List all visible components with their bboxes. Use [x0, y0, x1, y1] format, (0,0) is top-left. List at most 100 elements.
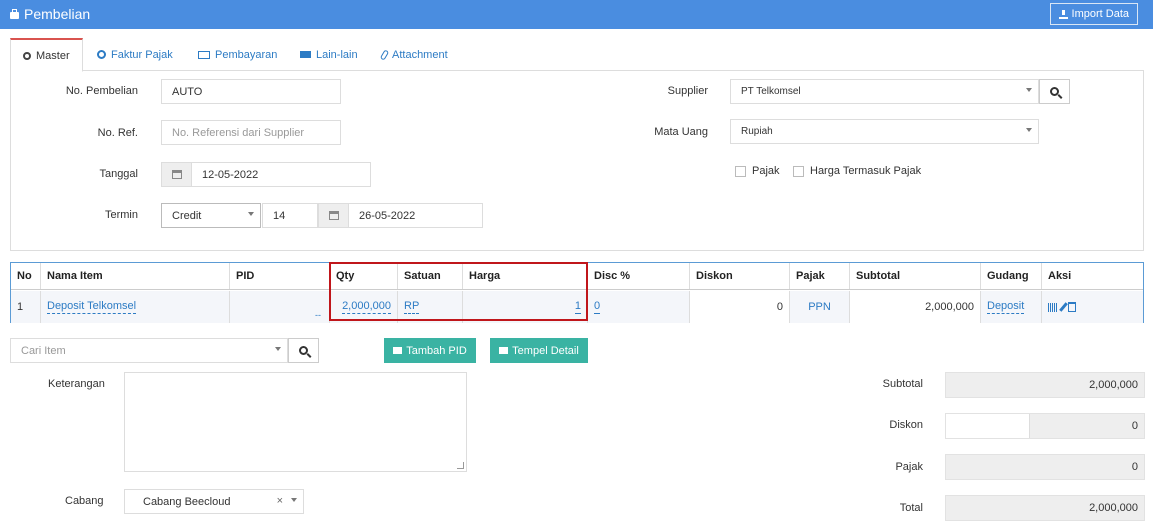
download-icon [1058, 9, 1068, 19]
import-data-label: Import Data [1071, 8, 1129, 20]
no-ref-input[interactable]: No. Referensi dari Supplier [161, 120, 341, 145]
truck-icon [300, 51, 311, 58]
col-gudang: Gudang [981, 263, 1042, 289]
keterangan-textarea[interactable] [124, 372, 467, 472]
harga-termasuk-pajak-label: Harga Termasuk Pajak [810, 165, 922, 177]
tab-bar: Master Faktur Pajak Pembayaran Lain-lain… [10, 38, 1144, 72]
summary-total-value: 2,000,000 [945, 495, 1145, 521]
tempel-detail-button[interactable]: Tempel Detail [490, 338, 588, 363]
termin-type-value: Credit [172, 209, 202, 222]
row-diskon[interactable]: 0 [690, 291, 790, 323]
pencil-icon[interactable] [1059, 302, 1068, 312]
supplier-label: Supplier [667, 85, 708, 97]
tambah-pid-label: Tambah PID [406, 344, 467, 357]
tanggal-calendar-button[interactable] [161, 162, 192, 187]
summary-diskon-amount: 0 [1131, 420, 1138, 432]
search-icon [1050, 87, 1059, 96]
summary-diskon-input[interactable] [946, 414, 1030, 438]
cabang-select[interactable]: Cabang Beecloud × [124, 489, 304, 514]
cari-item-input[interactable]: Cari Item [10, 338, 288, 363]
termin-date-input[interactable]: 26-05-2022 [348, 203, 483, 228]
cabang-label: Cabang [65, 495, 104, 507]
tab-master-label: Master [36, 49, 70, 62]
col-aksi: Aksi [1048, 270, 1072, 282]
row-nama-item-cell: Deposit Telkomsel [41, 291, 230, 323]
title-bar: Pembelian Import Data [0, 0, 1153, 29]
paperclip-icon [379, 48, 390, 61]
paste-icon [499, 347, 509, 354]
calendar-icon [171, 170, 182, 179]
row-disc-pct[interactable]: 0 [594, 300, 601, 314]
row-harga[interactable]: 1 [574, 300, 581, 314]
termin-calendar-button[interactable] [318, 203, 349, 228]
tab-pembayaran[interactable]: Pembayaran [186, 38, 289, 71]
summary-pajak-label: Pajak [895, 461, 923, 473]
supplier-search-button[interactable] [1039, 79, 1070, 104]
page-title-text: Pembelian [24, 6, 91, 22]
clear-icon[interactable]: × [277, 495, 283, 507]
no-pembelian-input[interactable]: AUTO [161, 79, 341, 104]
col-nama-item: Nama Item [41, 263, 230, 289]
keterangan-label: Keterangan [48, 378, 105, 390]
row-qty[interactable]: 2,000,000 [342, 300, 391, 314]
row-nama-item[interactable]: Deposit Telkomsel [47, 300, 137, 314]
import-data-button[interactable]: Import Data [1049, 3, 1138, 25]
chevron-down-icon [275, 347, 281, 351]
supplier-value: PT Telkomsel [741, 86, 801, 97]
mata-uang-select[interactable]: Rupiah [730, 119, 1039, 144]
row-qty-cell: 2,000,000 [330, 291, 398, 323]
row-disc-pct-cell: 0 [588, 291, 690, 323]
pajak-checkbox[interactable] [735, 166, 746, 177]
summary-diskon-value: 0 [945, 413, 1145, 439]
row-pajak-cell: PPN [790, 291, 850, 323]
tempel-detail-label: Tempel Detail [512, 344, 579, 357]
tab-attachment[interactable]: Attachment [370, 38, 460, 71]
chevron-down-icon [291, 498, 297, 502]
item-grid: No Nama Item PID Qty Satuan Harga Disc %… [10, 262, 1144, 323]
termin-type-select[interactable]: Credit [161, 203, 261, 228]
search-icon [299, 346, 308, 355]
row-gudang[interactable]: Deposit [987, 300, 1025, 314]
tab-master[interactable]: Master [10, 38, 83, 72]
col-no: No [11, 263, 41, 289]
tanggal-label: Tanggal [99, 168, 138, 180]
col-satuan: Satuan [398, 263, 463, 289]
tab-attachment-label: Attachment [392, 48, 448, 61]
col-pajak: Pajak [790, 263, 850, 289]
row-pid-cell[interactable]: -- [230, 291, 330, 323]
tab-lain-lain-label: Lain-lain [316, 48, 358, 61]
col-pid: PID [230, 263, 330, 289]
cari-item-placeholder: Cari Item [21, 344, 66, 357]
summary-subtotal-value: 2,000,000 [945, 372, 1145, 398]
row-pajak[interactable]: PPN [808, 301, 831, 313]
chevron-down-icon [1026, 88, 1032, 92]
supplier-select[interactable]: PT Telkomsel [730, 79, 1039, 104]
cabang-value: Cabang Beecloud [143, 495, 231, 508]
tab-lain-lain[interactable]: Lain-lain [288, 38, 370, 71]
col-disc-pct: Disc % [588, 263, 690, 289]
chevron-down-icon [248, 212, 254, 216]
no-pembelian-label: No. Pembelian [65, 85, 138, 97]
termin-days-input[interactable]: 14 [262, 203, 318, 228]
tab-faktur-pajak[interactable]: Faktur Pajak [85, 38, 185, 71]
grid-header: No Nama Item PID Qty Satuan Harga Disc %… [11, 263, 1143, 290]
cari-item-search-button[interactable] [288, 338, 319, 363]
no-ref-label: No. Ref. [97, 127, 138, 139]
row-harga-cell: 1 [463, 291, 588, 323]
trash-icon[interactable] [1068, 302, 1076, 312]
gears-icon [23, 51, 31, 60]
mata-uang-value: Rupiah [741, 126, 773, 137]
termin-label: Termin [104, 209, 138, 221]
row-satuan-cell: RP [398, 291, 463, 323]
row-subtotal: 2,000,000 [850, 291, 981, 323]
summary-pajak-value: 0 [945, 454, 1145, 480]
harga-termasuk-pajak-checkbox[interactable] [793, 166, 804, 177]
row-gudang-cell: Deposit [981, 291, 1042, 323]
col-diskon: Diskon [690, 263, 790, 289]
row-satuan[interactable]: RP [404, 300, 420, 314]
barcode-icon[interactable] [1048, 302, 1058, 312]
tanggal-input[interactable]: 12-05-2022 [191, 162, 371, 187]
briefcase-icon [10, 8, 19, 19]
summary-total-label: Total [899, 502, 923, 514]
tambah-pid-button[interactable]: Tambah PID [384, 338, 476, 363]
